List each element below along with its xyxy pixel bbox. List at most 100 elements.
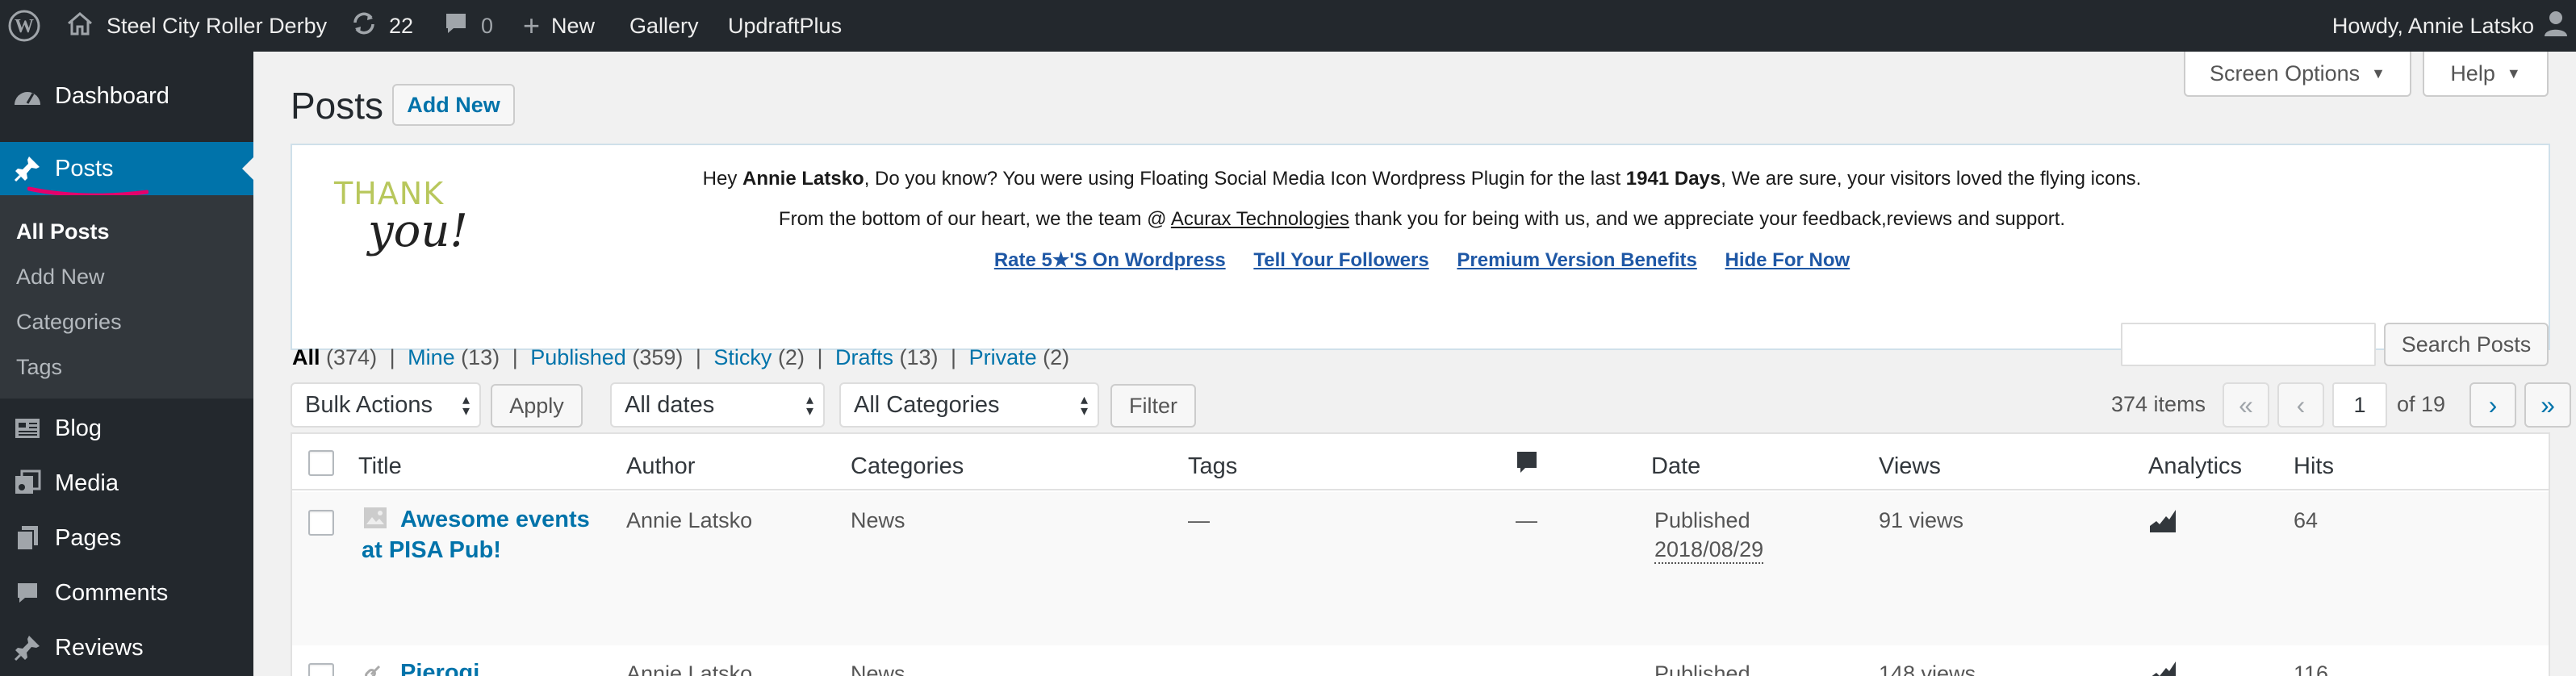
filter-separator: |: [512, 345, 518, 369]
gallery-link[interactable]: Gallery: [629, 0, 699, 52]
menu-pages[interactable]: Pages: [0, 511, 253, 565]
site-name-link[interactable]: Steel City Roller Derby: [66, 0, 327, 52]
column-title-header[interactable]: Title: [358, 453, 402, 480]
row-checkbox[interactable]: [308, 663, 334, 676]
admin-sidebar: Dashboard Posts All Posts Add New Catego…: [0, 52, 253, 676]
first-page-button[interactable]: «: [2223, 382, 2269, 428]
comments-link[interactable]: 0: [444, 0, 493, 52]
premium-link[interactable]: Premium Version Benefits: [1457, 249, 1696, 271]
submenu-add-new[interactable]: Add New: [16, 265, 105, 290]
post-comments: —: [1516, 508, 1537, 532]
pushpin-icon: [11, 152, 44, 185]
submenu-all-posts[interactable]: All Posts: [16, 219, 110, 244]
column-date-header[interactable]: Date: [1651, 453, 1700, 480]
notice-text: From the bottom of our heart, we the tea…: [778, 208, 1171, 230]
filter-separator: |: [389, 345, 395, 369]
notice-text: , We are sure, your visitors loved the f…: [1721, 168, 2142, 190]
select-arrows-icon: ▴ ▾: [1080, 391, 1088, 419]
menu-comments[interactable]: Comments: [0, 566, 253, 620]
post-author-link[interactable]: Annie Latsko: [626, 508, 752, 533]
post-author-link[interactable]: Annie Latsko: [626, 661, 752, 676]
notice-line-2: From the bottom of our heart, we the tea…: [292, 208, 2552, 231]
notice-days: 1941 Days: [1625, 168, 1721, 190]
post-title-link[interactable]: Awesome events: [400, 507, 590, 533]
add-new-button[interactable]: Add New: [392, 84, 515, 126]
column-tags-header: Tags: [1188, 453, 1238, 479]
categories-filter-select[interactable]: All Categories ▴ ▾: [839, 382, 1099, 428]
screen-options-button[interactable]: Screen Options ▼: [2184, 52, 2411, 97]
new-content-link[interactable]: + New: [523, 0, 595, 52]
submenu-tags[interactable]: Tags: [16, 355, 62, 380]
menu-reviews[interactable]: Reviews: [0, 621, 253, 674]
post-date: 2018/08/29: [1654, 537, 1764, 564]
filter-separator: |: [951, 345, 957, 369]
select-all-checkbox[interactable]: [308, 450, 334, 476]
post-hits-link[interactable]: 64: [2294, 508, 2318, 533]
updates-count: 22: [389, 13, 414, 38]
caret-down-icon: ▼: [2506, 65, 2521, 81]
items-count: 374 items: [2111, 392, 2206, 416]
post-search-input[interactable]: [2121, 323, 2376, 366]
analytics-chart-icon[interactable]: [2148, 507, 2177, 538]
tell-followers-link[interactable]: Tell Your Followers: [1253, 249, 1428, 271]
page-title: Posts: [291, 85, 384, 127]
post-tags: —: [1188, 508, 1210, 532]
post-status: Published: [1654, 508, 1750, 532]
hide-notice-link[interactable]: Hide For Now: [1725, 249, 1850, 271]
submenu-categories[interactable]: Categories: [16, 310, 122, 335]
column-hits-header: Hits: [2294, 453, 2334, 479]
updraftplus-link[interactable]: UpdraftPlus: [728, 0, 842, 52]
dates-filter-select[interactable]: All dates ▴ ▾: [610, 382, 825, 428]
filter-published[interactable]: Published: [530, 345, 626, 369]
acurax-link[interactable]: Acurax Technologies: [1171, 208, 1349, 230]
filter-private[interactable]: Private: [969, 345, 1037, 369]
post-category-link[interactable]: News: [851, 661, 905, 676]
post-format-link-icon: [363, 660, 387, 676]
filter-mine[interactable]: Mine: [408, 345, 455, 369]
post-views: 148 views: [1879, 661, 1976, 676]
updates-icon: [350, 10, 378, 43]
column-analytics-header: Analytics: [2148, 453, 2243, 479]
column-views-header: Views: [1879, 453, 1941, 479]
apply-button[interactable]: Apply: [491, 384, 583, 428]
row-checkbox[interactable]: [308, 510, 334, 536]
notice-text: thank you for being with us, and we appr…: [1349, 208, 2066, 230]
screen-options-label: Screen Options: [2210, 61, 2361, 86]
menu-blog[interactable]: Blog: [0, 402, 253, 455]
wordpress-logo-icon[interactable]: W: [8, 0, 40, 52]
filter-sticky[interactable]: Sticky: [713, 345, 772, 369]
menu-reviews-label: Reviews: [55, 634, 144, 661]
filter-sticky-count: (2): [777, 345, 805, 369]
bulk-actions-value: Bulk Actions: [305, 391, 433, 418]
blog-icon: [11, 412, 44, 444]
updates-link[interactable]: 22: [350, 0, 413, 52]
rate-link[interactable]: Rate 5★'S On Wordpress: [994, 249, 1226, 271]
next-page-button[interactable]: ›: [2469, 382, 2516, 428]
filter-all[interactable]: All: [292, 345, 320, 369]
current-page-input[interactable]: [2332, 382, 2387, 428]
post-hits-link[interactable]: 116: [2294, 661, 2328, 676]
filter-drafts[interactable]: Drafts: [835, 345, 893, 369]
post-format-image-icon: [363, 507, 387, 533]
filter-published-count: (359): [632, 345, 684, 369]
post-title-link-line2[interactable]: at PISA Pub!: [362, 537, 501, 564]
search-posts-button[interactable]: Search Posts: [2384, 323, 2549, 366]
previous-page-button[interactable]: ‹: [2277, 382, 2324, 428]
filter-mine-count: (13): [461, 345, 500, 369]
comments-column-icon[interactable]: [1516, 450, 1538, 482]
filter-drafts-count: (13): [899, 345, 939, 369]
analytics-chart-icon[interactable]: [2148, 658, 2177, 676]
menu-dashboard[interactable]: Dashboard: [0, 69, 253, 123]
last-page-button[interactable]: »: [2524, 382, 2571, 428]
bulk-actions-select[interactable]: Bulk Actions ▴ ▾: [291, 382, 481, 428]
post-category-link[interactable]: News: [851, 508, 905, 533]
menu-media[interactable]: Media: [0, 457, 253, 510]
filter-button[interactable]: Filter: [1110, 384, 1196, 428]
post-title-link[interactable]: Pierogi: [400, 660, 479, 676]
my-account-link[interactable]: Howdy, Annie Latsko: [2332, 0, 2568, 52]
help-button[interactable]: Help ▼: [2423, 52, 2549, 97]
reviews-pin-icon: [11, 632, 44, 664]
plugin-notice: THANK you! Hey Annie Latsko, Do you know…: [291, 144, 2550, 350]
plus-icon: +: [523, 9, 541, 42]
dashboard-icon: [11, 80, 44, 112]
